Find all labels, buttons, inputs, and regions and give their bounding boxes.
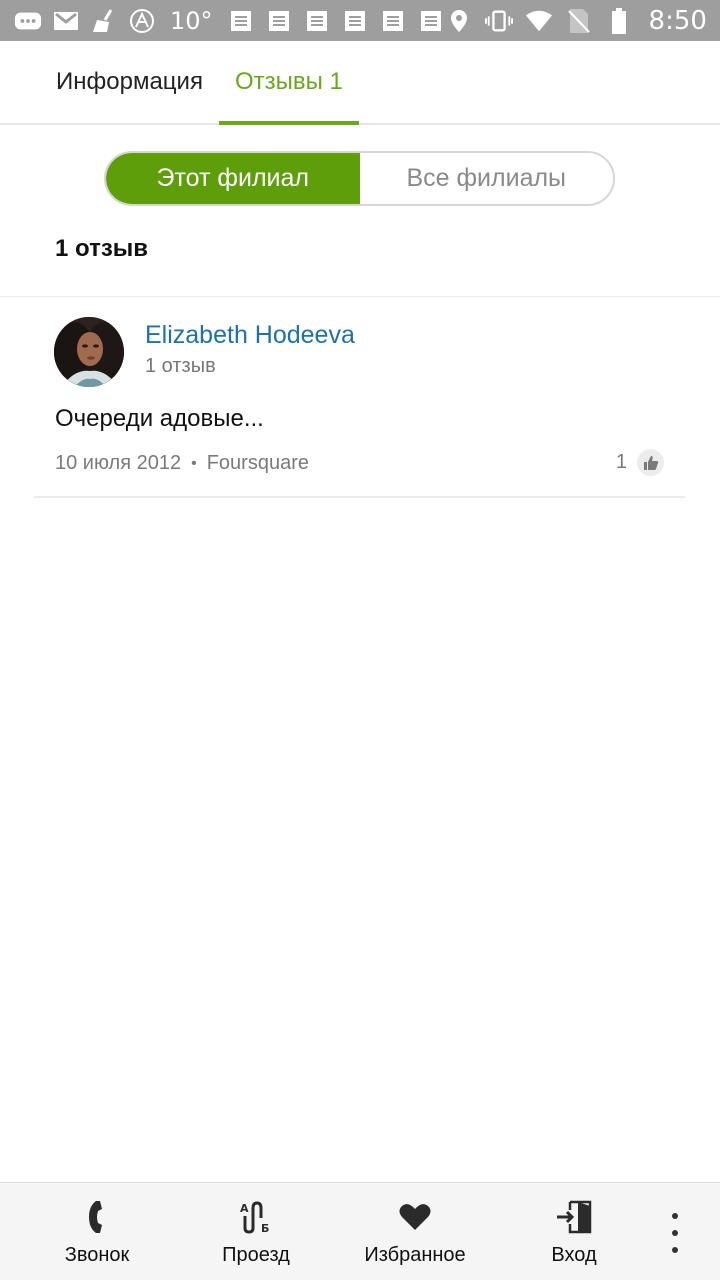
review-likes: 1 xyxy=(616,449,664,476)
login-icon xyxy=(556,1199,592,1235)
notification-icon xyxy=(265,9,293,33)
like-button[interactable] xyxy=(637,449,664,476)
this-branch-button[interactable]: Этот филиал xyxy=(106,153,360,204)
thumbs-up-icon xyxy=(643,455,658,470)
app-logo-icon xyxy=(128,8,156,33)
chat-bubble-icon xyxy=(14,9,42,33)
review-meta: 10 июля 2012 • Foursquare xyxy=(55,452,309,475)
meta-separator: • xyxy=(191,454,197,472)
review-date: 10 июля 2012 xyxy=(55,452,182,474)
status-bar-notifications: 10° xyxy=(14,7,445,35)
temperature-label: 10° xyxy=(170,6,213,35)
route-icon: A Б xyxy=(239,1199,273,1235)
heart-icon xyxy=(399,1199,431,1235)
nav-favorites-label: Избранное xyxy=(364,1244,466,1266)
svg-text:Б: Б xyxy=(261,1222,269,1234)
broom-icon xyxy=(90,8,118,33)
nav-directions[interactable]: A Б Проезд xyxy=(186,1183,326,1280)
nav-directions-label: Проезд xyxy=(222,1244,290,1266)
notification-icon xyxy=(227,9,255,33)
nav-login[interactable]: Вход xyxy=(504,1183,644,1280)
mail-icon xyxy=(52,9,80,33)
svg-text:A: A xyxy=(240,1202,249,1215)
notification-icon xyxy=(417,9,445,33)
status-bar: 10° 8:50 xyxy=(0,0,720,41)
review-source: Foursquare xyxy=(206,452,309,474)
tab-information[interactable]: Информация xyxy=(40,41,219,123)
status-bar-system: 8:50 xyxy=(445,6,707,36)
author-review-count: 1 отзыв xyxy=(145,355,216,377)
no-sim-icon xyxy=(565,8,593,33)
review-text: Очереди адовые... xyxy=(55,405,264,432)
tab-bar: Информация Отзывы 1 xyxy=(0,41,720,125)
nav-login-label: Вход xyxy=(551,1244,597,1266)
nav-call[interactable]: Звонок xyxy=(27,1183,167,1280)
review-card: Elizabeth Hodeeva 1 отзыв Очереди адовые… xyxy=(34,297,685,498)
notification-icon xyxy=(341,9,369,33)
nav-favorites[interactable]: Избранное xyxy=(345,1183,485,1280)
notification-icon xyxy=(379,9,407,33)
like-count: 1 xyxy=(615,451,627,473)
review-count: 1 отзыв xyxy=(55,235,149,262)
bottom-navigation: Звонок A Б Проезд Избранное Вход xyxy=(0,1182,720,1280)
avatar[interactable] xyxy=(54,317,124,387)
clock-label: 8:50 xyxy=(648,5,707,36)
branch-filter-segmented-control: Этот филиал Все филиалы xyxy=(104,151,615,206)
location-icon xyxy=(445,9,473,33)
tab-reviews[interactable]: Отзывы 1 xyxy=(218,41,359,125)
all-branches-button[interactable]: Все филиалы xyxy=(359,153,613,204)
wifi-icon xyxy=(525,9,553,33)
battery-icon xyxy=(605,7,633,34)
phone-icon xyxy=(87,1199,107,1235)
review-author-link[interactable]: Elizabeth Hodeeva xyxy=(145,321,355,350)
vibrate-icon xyxy=(484,9,513,33)
notification-icon xyxy=(303,9,331,33)
nav-call-label: Звонок xyxy=(64,1244,130,1266)
more-options-icon[interactable] xyxy=(664,1213,686,1253)
